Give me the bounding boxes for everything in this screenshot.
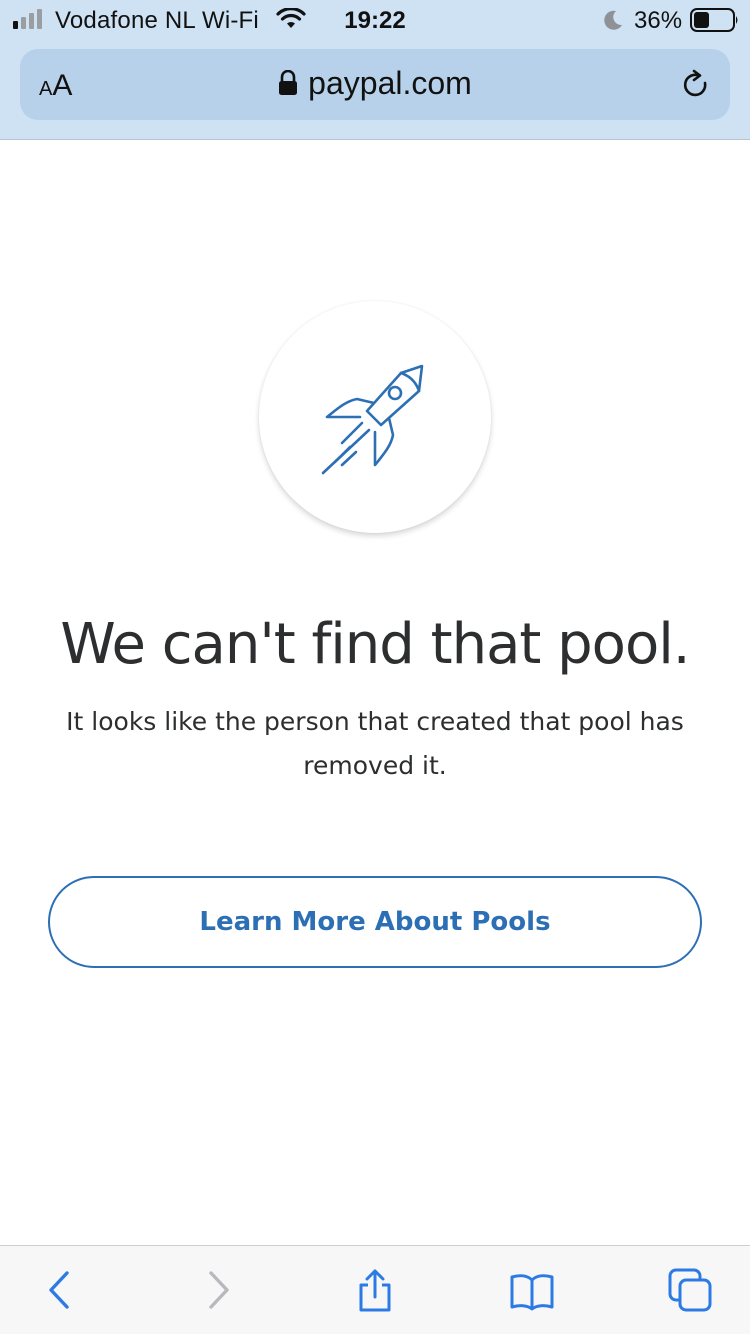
url-display[interactable]: paypal.com: [20, 65, 730, 102]
tabs-icon: [668, 1268, 712, 1312]
share-button[interactable]: [353, 1268, 397, 1312]
battery-percentage: 36%: [634, 7, 683, 34]
bookmarks-icon: [510, 1274, 554, 1311]
browser-toolbar: [0, 1245, 750, 1334]
tabs-button[interactable]: [668, 1268, 712, 1312]
share-icon: [359, 1269, 391, 1312]
forward-icon: [209, 1271, 229, 1309]
rocket-icon: [321, 364, 424, 475]
hero-illustration: [259, 301, 491, 533]
url-domain: paypal.com: [308, 65, 472, 101]
do-not-disturb-icon: [604, 10, 622, 30]
status-bar: Vodafone NL Wi-Fi 19:22 36%: [0, 0, 750, 42]
lock-icon: [279, 70, 298, 95]
address-bar[interactable]: AA paypal.com: [20, 49, 730, 120]
learn-more-label: Learn More About Pools: [199, 907, 551, 937]
back-button[interactable]: [38, 1268, 82, 1312]
reload-icon[interactable]: [680, 69, 712, 101]
browser-top-chrome: Vodafone NL Wi-Fi 19:22 36% AA paypal.co…: [0, 0, 750, 140]
bookmarks-button[interactable]: [510, 1268, 554, 1312]
page-description: It looks like the person that created th…: [66, 707, 684, 780]
back-icon: [49, 1271, 69, 1309]
forward-button[interactable]: [196, 1268, 240, 1312]
learn-more-button[interactable]: Learn More About Pools: [48, 876, 702, 968]
page-title: We can't find that pool.: [60, 612, 690, 677]
battery-icon: [690, 8, 738, 32]
